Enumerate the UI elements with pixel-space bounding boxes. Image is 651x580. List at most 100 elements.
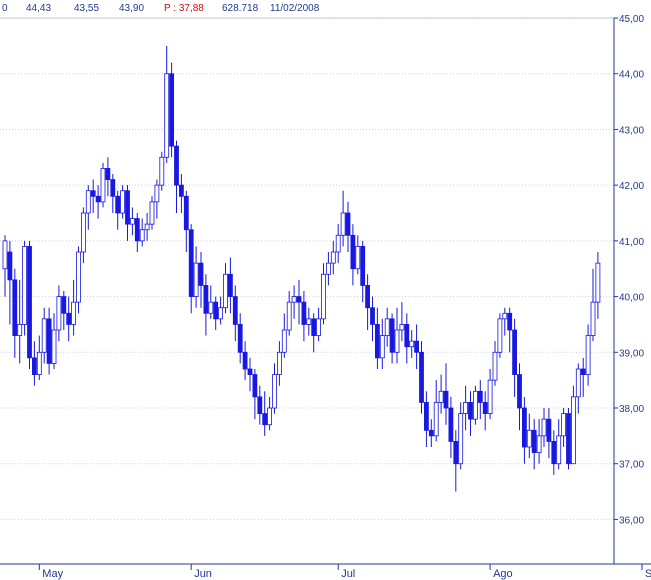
candle [183,190,189,252]
candle-body [2,240,8,270]
candle-body [213,301,219,320]
candle [360,240,366,303]
candle [56,285,62,342]
candle-body [585,335,591,375]
candle [541,408,547,447]
candle-body [477,390,483,403]
candle-body [164,73,170,158]
candle [296,279,302,325]
candle [36,335,42,381]
candle [22,240,28,336]
candle [203,274,209,336]
candle-body [590,301,596,336]
candle [286,291,292,336]
candle-body [423,402,429,431]
candle [120,185,125,219]
candle [374,307,380,369]
candle-body [453,441,459,465]
candle [321,263,326,325]
candle-body [355,246,361,270]
candle [32,341,37,386]
candle [301,291,307,342]
candle-body [281,329,287,353]
candle-body [115,195,121,214]
candle-body [497,318,503,353]
candle-body [502,312,508,320]
candle-body [566,413,571,465]
candle [566,408,571,470]
candle [399,302,405,342]
y-tick-label: 40,00 [619,293,644,304]
candle [154,179,160,219]
candle [497,313,503,358]
candle-body [546,418,552,442]
candle-body [404,324,410,348]
candle-body [66,312,72,325]
candle-body [522,407,527,448]
candle-body [242,351,248,370]
candle-body [463,402,469,414]
candle [149,196,155,230]
candle-body [306,318,312,325]
candle [423,391,429,447]
gridlines [0,17,614,520]
candle-body [551,441,557,465]
candle [110,174,116,213]
candle-body [561,413,566,437]
candle-body [350,234,356,270]
candle-body [61,296,67,314]
candle [105,157,111,197]
candle-body [325,262,331,275]
candle-body [419,351,424,403]
y-tick-label: 37,00 [619,460,644,471]
candle-body [17,324,23,336]
candle [2,235,8,297]
candle-body [22,246,28,325]
candle-body [227,273,233,297]
candle [365,274,371,330]
candle [17,279,23,364]
candle [561,408,566,447]
candle-body [512,329,517,375]
x-tick-label: Ago [493,568,513,580]
candle [571,385,576,465]
candle-body [193,262,199,297]
candle-body [394,329,400,353]
candle [448,396,454,459]
candle [291,285,297,319]
candle-body [487,379,493,414]
candle-body [482,402,488,414]
candle-body [438,390,444,403]
candle-body [134,218,140,242]
candle-body [178,184,184,197]
candle-body [472,390,478,420]
candle [193,246,199,308]
candle-body [159,156,165,186]
candle [531,419,537,470]
candle-body [85,190,91,214]
candle-body [129,218,135,225]
candle [409,330,415,358]
candle-body [7,251,13,281]
candle [482,391,488,431]
candle-body [399,324,405,331]
candle [370,296,375,342]
candle [257,385,263,425]
x-tick-label: Jun [194,568,212,580]
candle [585,324,591,386]
candle [100,162,106,208]
candle-body [541,418,547,437]
candle-body [443,390,449,409]
candle [27,240,32,369]
candle [340,190,346,247]
candle [267,396,273,431]
candle-body [46,318,52,364]
candle-body [448,407,454,442]
candle-body [374,324,380,359]
candle-body [536,435,542,453]
candle-body [276,351,282,375]
candle [223,263,228,314]
candle-body [218,307,224,320]
candle-body [139,229,145,242]
candle [12,268,18,358]
